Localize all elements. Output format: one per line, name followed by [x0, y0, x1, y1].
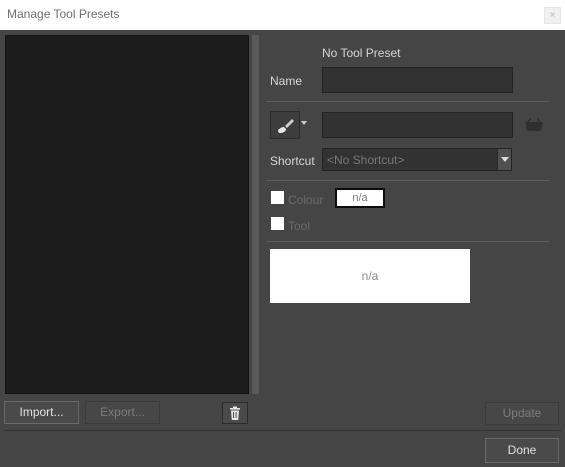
chevron-down-icon[interactable] [497, 149, 511, 170]
done-button[interactable]: Done [485, 438, 559, 463]
export-button[interactable]: Export... [85, 401, 160, 424]
title-bar: Manage Tool Presets × [0, 0, 565, 30]
separator [266, 241, 549, 242]
tool-picker-button[interactable] [270, 111, 300, 139]
trash-icon [230, 406, 240, 420]
shortcut-dropdown[interactable]: <No Shortcut> [322, 148, 512, 171]
preset-preview: n/a [270, 249, 470, 303]
preset-list[interactable] [5, 35, 249, 394]
tool-label: Tool [288, 219, 311, 233]
basket-icon[interactable] [524, 117, 544, 133]
update-button[interactable]: Update [485, 402, 559, 425]
panel-splitter[interactable] [252, 35, 259, 394]
separator [266, 180, 549, 181]
shortcut-label: Shortcut [270, 154, 315, 168]
name-label: Name [270, 74, 303, 88]
preset-header: No Tool Preset [322, 46, 401, 60]
separator [266, 101, 549, 102]
tool-name-field[interactable] [322, 112, 513, 138]
close-button[interactable]: × [544, 7, 561, 24]
shortcut-value: <No Shortcut> [327, 153, 405, 167]
colour-label: Colour [288, 193, 324, 207]
brush-icon [278, 119, 294, 133]
colour-checkbox[interactable] [271, 191, 284, 204]
import-button[interactable]: Import... [4, 401, 79, 424]
delete-preset-button[interactable] [222, 402, 248, 424]
colour-swatch[interactable]: n/a [335, 188, 385, 208]
name-field[interactable] [322, 67, 513, 93]
separator [4, 430, 561, 431]
window-title: Manage Tool Presets [7, 7, 120, 21]
caret-down-icon[interactable] [301, 121, 307, 125]
tool-checkbox[interactable] [271, 217, 284, 230]
